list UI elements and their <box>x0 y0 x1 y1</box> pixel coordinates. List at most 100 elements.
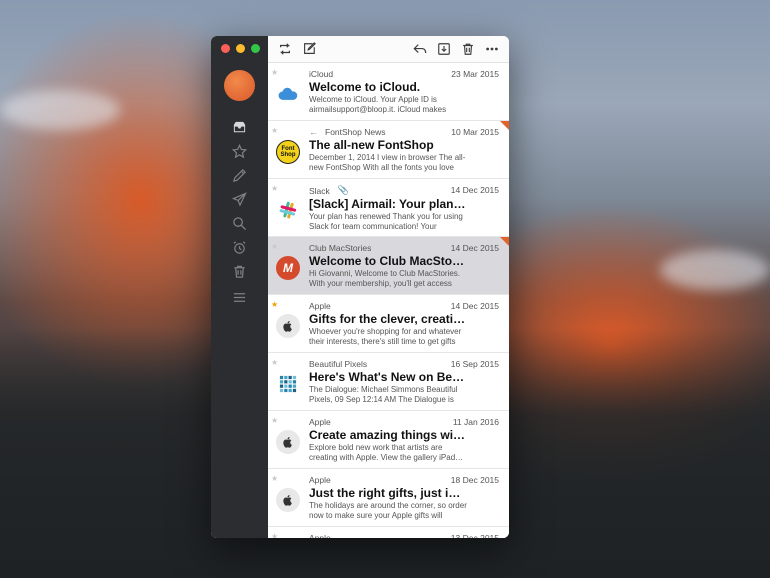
apple-logo-icon <box>276 488 300 512</box>
star-icon[interactable]: ★ <box>271 184 278 193</box>
message-preview: Hi Giovanni, Welcome to Club MacStories.… <box>309 269 461 288</box>
message-header: Beautiful Pixels 16 Sep 2015 <box>309 359 499 369</box>
message-date: 16 Sep 2015 <box>450 359 499 369</box>
sender-wrap: iCloud <box>309 69 333 79</box>
archive-icon[interactable] <box>435 40 453 58</box>
star-icon[interactable]: ★ <box>271 532 278 538</box>
message-subject: Just the right gifts, just in time. <box>309 486 467 500</box>
search-icon[interactable] <box>230 214 249 233</box>
sender-wrap: ← FontShop News <box>309 127 385 137</box>
message-date: 14 Dec 2015 <box>450 243 499 253</box>
message-body: Slack 📎 14 Dec 2015 [Slack] Airmail: Your p… <box>309 185 499 236</box>
sidebar <box>211 36 268 538</box>
message-row[interactable]: ★ Apple 13 Dec 2015 <box>268 527 509 538</box>
message-row[interactable]: ★ Beautiful Pixels 16 Sep 2015 Here's What'… <box>268 353 509 411</box>
main-pane: ★ iCloud 23 Mar 2015 Welcome to iCloud. Welc… <box>268 36 509 538</box>
message-header: Apple 14 Dec 2015 <box>309 301 499 311</box>
sender-wrap: Apple <box>309 301 331 311</box>
window-controls <box>221 44 260 53</box>
message-header: Slack 📎 14 Dec 2015 <box>309 185 499 196</box>
apple-logo-icon <box>276 430 300 454</box>
message-row[interactable]: ★ iCloud 23 Mar 2015 Welcome to iCloud. Welc… <box>268 63 509 121</box>
message-subject: Welcome to Club MacStories <box>309 254 467 268</box>
message-subject: [Slack] Airmail: Your plan has… <box>309 197 467 211</box>
more-icon[interactable] <box>483 40 501 58</box>
flag-icon <box>500 121 509 130</box>
message-date: 23 Mar 2015 <box>451 69 499 79</box>
menu-icon[interactable] <box>230 288 249 307</box>
sender-name: FontShop News <box>325 127 386 137</box>
sender-name: Apple <box>309 417 331 427</box>
message-preview: The holidays are around the corner, so o… <box>309 501 467 520</box>
message-date: 13 Dec 2015 <box>450 533 499 538</box>
message-body: iCloud 23 Mar 2015 Welcome to iCloud. Welco… <box>309 69 499 120</box>
compose-icon[interactable] <box>300 40 318 58</box>
sender-name: iCloud <box>309 69 334 79</box>
replied-icon: ← <box>309 127 318 137</box>
attachment-icon: 📎 <box>337 185 350 195</box>
message-body: Beautiful Pixels 16 Sep 2015 Here's What's… <box>309 359 499 410</box>
message-row[interactable]: ★ Apple 11 Jan 2016 Create amazing things w… <box>268 411 509 469</box>
star-icon[interactable] <box>230 142 249 161</box>
message-row[interactable]: ★ Font Shop ← FontShop News 10 Mar 2015 The a… <box>268 121 509 179</box>
beautiful-pixels-logo-icon <box>276 372 300 396</box>
message-date: 14 Dec 2015 <box>450 185 499 195</box>
message-row[interactable]: ★ M Club MacStories 14 Dec 2015 Welcome to C… <box>268 237 509 295</box>
icloud-logo-icon <box>276 82 300 106</box>
message-body: Apple 13 Dec 2015 <box>309 533 499 538</box>
club-macstories-logo-icon: M <box>276 256 300 280</box>
message-body: Apple 14 Dec 2015 Gifts for the clever, cr… <box>309 301 499 352</box>
message-preview: December 1, 2014 I view in browser The a… <box>309 153 466 172</box>
message-date: 18 Dec 2015 <box>450 475 499 485</box>
sender-name: Apple <box>309 475 331 485</box>
star-icon[interactable]: ★ <box>271 416 278 425</box>
pencil-icon[interactable] <box>230 166 249 185</box>
message-row[interactable]: ★ Slack 📎 14 Dec 2015 [Slack] Airmail: Your … <box>268 179 509 237</box>
message-preview: Your plan has renewed Thank you for usin… <box>309 212 463 231</box>
minimize-button[interactable] <box>236 44 245 53</box>
message-preview: The Dialogue: Michael Simmons Beautiful … <box>309 385 458 404</box>
reply-icon[interactable] <box>411 40 429 58</box>
star-icon[interactable]: ★ <box>271 474 278 483</box>
fontshop-logo-icon: Font Shop <box>276 140 300 164</box>
refresh-icon[interactable] <box>276 40 294 58</box>
sender-wrap: Beautiful Pixels <box>309 359 367 369</box>
message-row[interactable]: ★ Apple 14 Dec 2015 Gifts for the clever, c… <box>268 295 509 353</box>
sender-name: Club MacStories <box>309 243 372 253</box>
close-button[interactable] <box>221 44 230 53</box>
trash-icon[interactable] <box>230 262 249 281</box>
sender-wrap: Apple <box>309 417 331 427</box>
message-header: iCloud 23 Mar 2015 <box>309 69 499 79</box>
sender-name: Apple <box>309 301 331 311</box>
message-body: Apple 18 Dec 2015 Just the right gifts, ju… <box>309 475 499 526</box>
sender-name: Apple <box>309 533 331 538</box>
star-icon[interactable]: ★ <box>271 358 278 367</box>
message-subject: Gifts for the clever, creative,… <box>309 312 467 326</box>
message-row[interactable]: ★ Apple 18 Dec 2015 Just the right gifts, j… <box>268 469 509 527</box>
trash-icon[interactable] <box>459 40 477 58</box>
wallpaper-cloud <box>660 250 770 290</box>
mail-window: ★ iCloud 23 Mar 2015 Welcome to iCloud. Welc… <box>211 36 509 538</box>
star-icon[interactable]: ★ <box>271 68 278 77</box>
message-preview: Whoever you're shopping for and whatever… <box>309 327 462 346</box>
star-icon[interactable]: ★ <box>271 242 278 251</box>
sender-wrap: Apple <box>309 533 331 538</box>
apple-logo-icon <box>276 314 300 338</box>
message-header: ← FontShop News 10 Mar 2015 <box>309 127 499 137</box>
message-subject: Create amazing things with… <box>309 428 467 442</box>
sender-wrap: Apple <box>309 475 331 485</box>
alarm-icon[interactable] <box>230 238 249 257</box>
message-date: 11 Jan 2016 <box>452 417 499 427</box>
star-icon[interactable]: ★ <box>271 126 278 135</box>
message-subject: Welcome to iCloud. <box>309 80 421 94</box>
slack-logo-icon <box>276 198 300 222</box>
inbox-icon[interactable] <box>230 118 249 137</box>
message-header: Apple 11 Jan 2016 <box>309 417 499 427</box>
account-avatar[interactable] <box>224 70 255 101</box>
message-subject: Here's What's New on Beaut… <box>309 370 467 384</box>
send-icon[interactable] <box>230 190 249 209</box>
message-preview: Welcome to iCloud. Your Apple ID is airm… <box>309 95 447 114</box>
zoom-button[interactable] <box>251 44 260 53</box>
sender-name: Slack <box>309 185 330 196</box>
star-icon[interactable]: ★ <box>271 300 278 309</box>
